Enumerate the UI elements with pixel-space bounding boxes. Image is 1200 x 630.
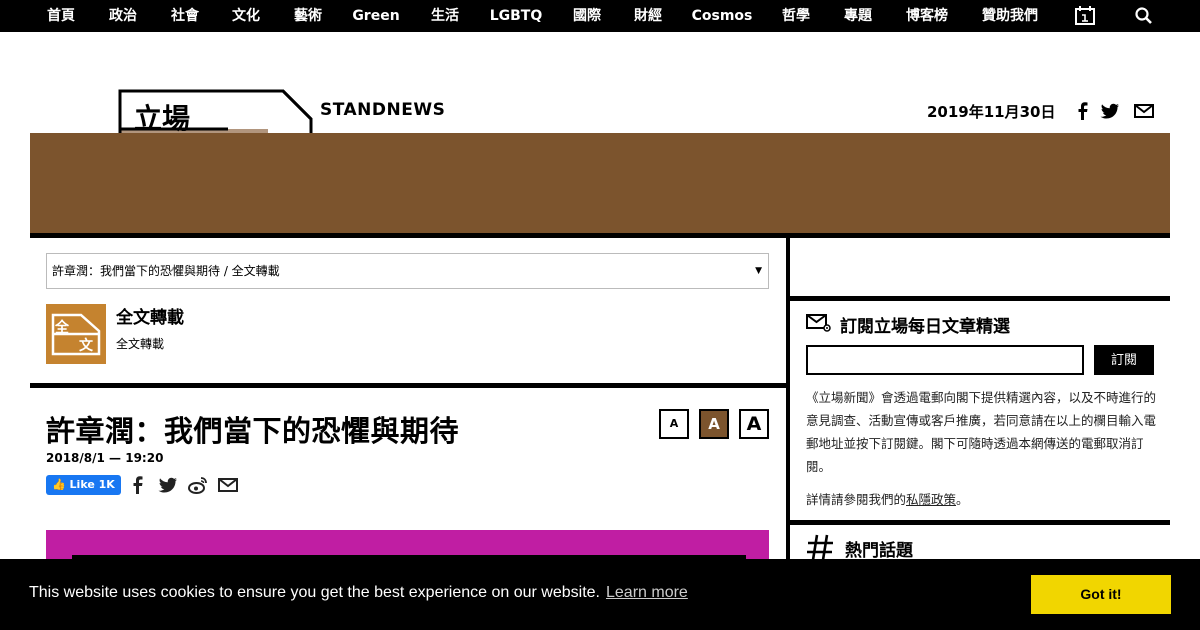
nav-item-lgbtq[interactable]: LGBTQ (490, 0, 543, 32)
logo-text-line1: 立場 (134, 102, 191, 135)
nav-item-life[interactable]: 生活 (431, 0, 459, 32)
mail-icon[interactable] (218, 475, 238, 495)
font-size-medium-button[interactable]: A (699, 409, 729, 439)
nav-item-features[interactable]: 專題 (844, 0, 872, 32)
nav-item-arts[interactable]: 藝術 (294, 0, 322, 32)
subscribe-email-input[interactable] (806, 345, 1084, 375)
category-title[interactable]: 全文轉載 (116, 303, 184, 328)
mail-icon[interactable] (1134, 101, 1154, 121)
hot-topics-title: 熱門話題 (845, 541, 913, 561)
column-divider (786, 233, 790, 563)
facebook-like-button[interactable]: 👍 Like 1K (46, 475, 121, 495)
category-icon[interactable]: 全 文 (46, 304, 106, 364)
nav-item-finance[interactable]: 財經 (634, 0, 662, 32)
header-banner (30, 133, 1170, 234)
mail-at-icon (806, 313, 832, 333)
like-count: Like 1K (69, 478, 115, 491)
privacy-note-prefix: 詳情請參閱我們的 (806, 492, 907, 507)
learn-more-link[interactable]: Learn more (606, 584, 688, 601)
article-timestamp: 2018/8/1 — 19:20 (46, 451, 164, 465)
weibo-icon[interactable] (188, 475, 208, 495)
subscribe-description: 《立場新聞》會透過電郵向閣下提供精選內容，以及不時進行的意見調查、活動宣傳或客戶… (806, 390, 1157, 474)
subscribe-button[interactable]: 訂閱 (1094, 345, 1154, 375)
thumbs-up-icon: 👍 (52, 478, 66, 491)
privacy-note-suffix: 。 (956, 492, 969, 507)
category-icon-text-1: 全 (55, 320, 69, 336)
nav-item-cosmos[interactable]: Cosmos (692, 0, 753, 32)
calendar-icon[interactable] (1074, 6, 1096, 26)
select-value: 許章潤：我們當下的恐懼與期待 / 全文轉載 (52, 264, 280, 278)
twitter-icon[interactable] (1100, 101, 1120, 121)
cookie-accept-button[interactable]: Got it! (1031, 575, 1171, 614)
article-select-dropdown[interactable]: 許章潤：我們當下的恐懼與期待 / 全文轉載 ▼ (46, 253, 769, 289)
nav-item-politics[interactable]: 政治 (109, 0, 137, 32)
nav-item-green[interactable]: Green (352, 0, 399, 32)
hashtag-icon (806, 533, 834, 561)
privacy-note: 詳情請參閱我們的私隱政策。 (806, 489, 969, 508)
font-size-large-button[interactable]: A (739, 409, 769, 439)
nav-item-sponsor[interactable]: 贊助我們 (982, 0, 1038, 32)
facebook-icon[interactable] (1073, 101, 1093, 121)
nav-item-society[interactable]: 社會 (171, 0, 199, 32)
current-date: 2019年11月30日 (927, 103, 1056, 121)
cookie-message: This website uses cookies to ensure you … (29, 584, 688, 602)
search-icon[interactable] (1133, 6, 1155, 26)
nav-item-culture[interactable]: 文化 (232, 0, 260, 32)
subscribe-title: 訂閱立場每日文章精選 (840, 317, 1010, 337)
facebook-icon[interactable] (128, 475, 148, 495)
category-icon-text-2: 文 (79, 338, 93, 354)
brand-name: STANDNEWS (320, 100, 446, 120)
nav-item-blog-ranking[interactable]: 博客榜 (906, 0, 948, 32)
privacy-policy-link[interactable]: 私隱政策 (906, 492, 956, 507)
article-title: 許章潤：我們當下的恐懼與期待 (46, 414, 460, 448)
nav-item-international[interactable]: 國際 (573, 0, 601, 32)
divider (30, 383, 786, 388)
font-size-small-button[interactable]: A (659, 409, 689, 439)
divider (790, 296, 1170, 301)
divider (30, 233, 786, 238)
chevron-down-icon: ▼ (755, 266, 762, 276)
nav-item-philosophy[interactable]: 哲學 (782, 0, 810, 32)
twitter-icon[interactable] (158, 475, 178, 495)
nav-item-home[interactable]: 首頁 (47, 0, 75, 32)
divider (790, 520, 1170, 525)
cookie-message-text: This website uses cookies to ensure you … (29, 584, 600, 601)
category-subtitle: 全文轉載 (116, 337, 165, 351)
divider (790, 233, 1170, 238)
top-navigation-bar: 首頁 政治 社會 文化 藝術 Green 生活 LGBTQ 國際 財經 Cosm… (0, 0, 1200, 32)
